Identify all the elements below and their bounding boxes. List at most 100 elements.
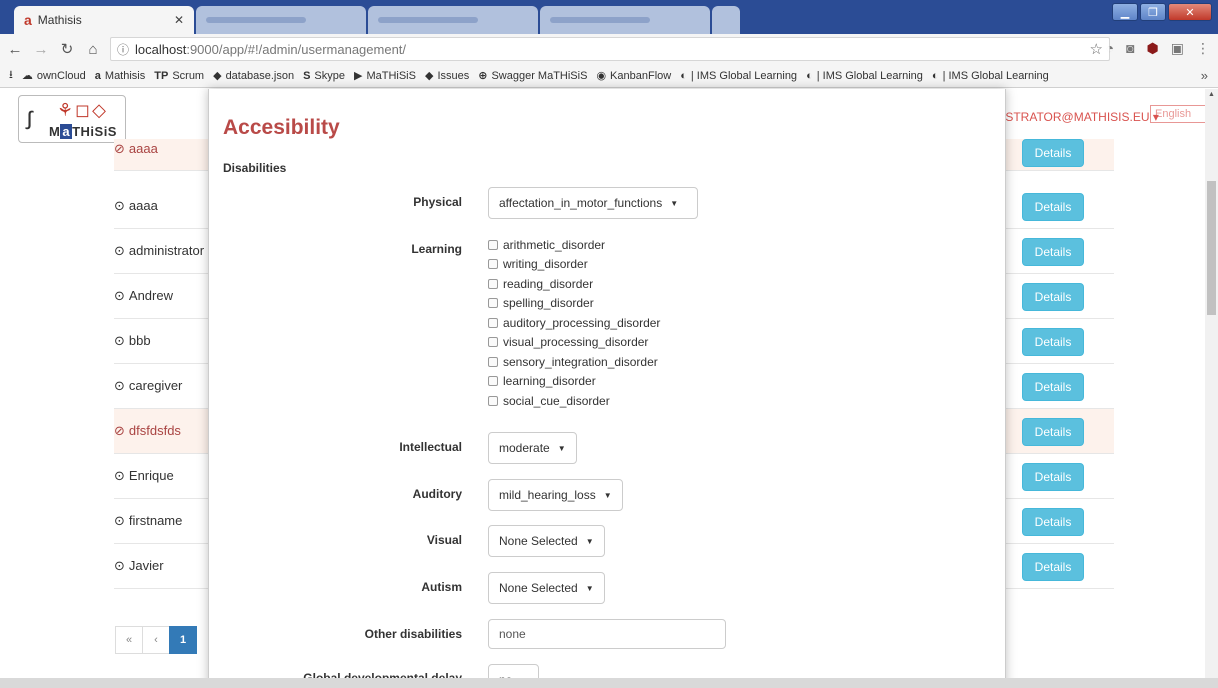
bookmark-label: MaTHiSiS	[366, 69, 416, 82]
browser-tab-blurred[interactable]	[368, 6, 538, 34]
checkbox-icon[interactable]	[488, 317, 498, 328]
visual-select[interactable]: None Selected ▼	[488, 525, 605, 557]
other-disabilities-label: Other disabilities	[364, 627, 462, 641]
intellectual-select[interactable]: moderate ▼	[488, 432, 577, 464]
checkbox-icon[interactable]	[488, 298, 498, 309]
page-1-button[interactable]: 1	[169, 626, 197, 654]
bookmark-item[interactable]: TP Scrum	[154, 70, 204, 82]
details-button[interactable]: Details	[1022, 508, 1084, 536]
bookmark-star-icon[interactable]: ☆	[1090, 40, 1103, 58]
bookmark-icon: S	[303, 69, 311, 82]
menu-icon[interactable]: ⋮	[1196, 40, 1210, 57]
details-button[interactable]: Details	[1022, 238, 1084, 266]
bookmark-label: Swagger MaTHiSiS	[491, 69, 588, 82]
prev-page-button[interactable]: ‹	[142, 626, 170, 654]
autism-select[interactable]: None Selected ▼	[488, 572, 605, 604]
forward-icon[interactable]: →	[30, 41, 52, 58]
scroll-up-icon[interactable]: ▲	[1208, 91, 1215, 98]
scrollbar-thumb[interactable]	[1207, 181, 1216, 315]
active-status-icon: ⊙	[114, 243, 125, 258]
maximize-icon[interactable]: ❐	[1140, 3, 1166, 21]
apps-icon[interactable]: ⭳	[9, 66, 13, 85]
browser-toolbar: ← → ↻ ⌂ ⓘ localhost :9000/app/#!/admin/u…	[0, 34, 1218, 64]
bookmark-item[interactable]: ◐ | IMS Global Learning	[932, 70, 1049, 82]
bookmark-label: Scrum	[172, 69, 205, 82]
learning-checkbox[interactable]: visual_processing_disorder	[488, 333, 660, 353]
user-menu[interactable]: ISTRATOR@MATHISIS.EU ▾	[1002, 110, 1159, 124]
caret-down-icon: ▼	[585, 583, 594, 593]
bookmarks-overflow-icon[interactable]: »	[1201, 68, 1208, 83]
horizontal-scrollbar[interactable]	[0, 678, 1218, 688]
close-window-icon[interactable]: ✕	[1168, 3, 1212, 21]
active-status-icon: ⊙	[114, 378, 125, 393]
learning-checkbox[interactable]: learning_disorder	[488, 372, 660, 392]
home-icon[interactable]: ⌂	[82, 41, 104, 58]
learning-checkbox[interactable]: sensory_integration_disorder	[488, 352, 660, 372]
active-status-icon: ⊙	[114, 198, 125, 213]
bookmark-icon: ◐	[806, 69, 813, 82]
bookmark-item[interactable]: a Mathisis	[95, 70, 145, 82]
address-bar[interactable]: ⓘ localhost :9000/app/#!/admin/usermanag…	[110, 37, 1110, 61]
checkbox-icon[interactable]	[488, 356, 498, 367]
auditory-label: Auditory	[412, 487, 462, 501]
bookmark-item[interactable]: ◐ | IMS Global Learning	[680, 70, 797, 82]
bookmark-item[interactable]: ◐ | IMS Global Learning	[806, 70, 923, 82]
learning-checkbox[interactable]: social_cue_disorder	[488, 391, 660, 411]
browser-tab-active[interactable]: a Mathisis ✕	[14, 6, 194, 34]
bookmark-item[interactable]: ▶ MaTHiSiS	[354, 69, 416, 83]
extension-icon[interactable]: ▣	[1171, 40, 1184, 57]
physical-select[interactable]: affectation_in_motor_functions ▼	[488, 187, 698, 219]
learning-checkbox[interactable]: auditory_processing_disorder	[488, 313, 660, 333]
bookmark-item[interactable]: ☁ ownCloud	[22, 69, 86, 83]
details-button[interactable]: Details	[1022, 283, 1084, 311]
section-disabilities: Disabilities	[223, 161, 287, 175]
user-name: ⊙ firstname	[114, 513, 182, 529]
info-icon[interactable]: ⓘ	[117, 41, 129, 58]
details-button[interactable]: Details	[1022, 463, 1084, 491]
camera-icon[interactable]: ◙	[1126, 40, 1134, 57]
details-button[interactable]: Details	[1022, 373, 1084, 401]
details-button[interactable]: Details	[1022, 139, 1084, 167]
browser-tab-blurred[interactable]	[196, 6, 366, 34]
details-button[interactable]: Details	[1022, 193, 1084, 221]
learning-checkbox[interactable]: writing_disorder	[488, 255, 660, 275]
back-icon[interactable]: ←	[4, 41, 26, 58]
checkbox-icon[interactable]	[488, 395, 498, 406]
close-tab-icon[interactable]: ✕	[174, 13, 184, 27]
browser-tab-blurred[interactable]	[540, 6, 710, 34]
user-name: ⊙ aaaa	[114, 198, 158, 214]
caret-down-icon: ▼	[670, 198, 679, 208]
bookmark-icon: ◆	[424, 70, 434, 82]
checkbox-icon[interactable]	[488, 376, 498, 387]
details-button[interactable]: Details	[1022, 418, 1084, 446]
learning-checkbox[interactable]: arithmetic_disorder	[488, 235, 660, 255]
tab-title: Mathisis	[37, 13, 82, 27]
ublock-icon[interactable]: ⬢	[1147, 40, 1159, 57]
mathisis-logo[interactable]: ꭍ ⚘◻◇ Ma THiSiS	[18, 95, 126, 143]
bookmark-item[interactable]: ◆ Issues	[424, 69, 469, 83]
checkbox-icon[interactable]	[488, 278, 498, 289]
extension-icon[interactable]: ◔	[1106, 40, 1114, 57]
checkbox-icon[interactable]	[488, 337, 498, 348]
checkbox-icon[interactable]	[488, 259, 498, 270]
first-page-button[interactable]: «	[115, 626, 143, 654]
details-button[interactable]: Details	[1022, 553, 1084, 581]
bookmark-item[interactable]: ⊕ Swagger MaTHiSiS	[478, 69, 588, 83]
learning-checkbox[interactable]: reading_disorder	[488, 274, 660, 294]
user-name-text: firstname	[128, 513, 183, 528]
page-scrollbar[interactable]: ▲ ▼	[1205, 89, 1218, 688]
bookmark-item[interactable]: ◆ database.json	[213, 69, 294, 83]
other-disabilities-input[interactable]: none	[488, 619, 726, 649]
minimize-icon[interactable]: ▁	[1112, 3, 1138, 21]
language-select[interactable]: English	[1150, 105, 1206, 123]
reload-icon[interactable]: ↻	[56, 40, 78, 58]
bookmark-item[interactable]: S Skype	[303, 70, 345, 82]
new-tab-button[interactable]	[712, 6, 740, 34]
details-button[interactable]: Details	[1022, 328, 1084, 356]
auditory-select[interactable]: mild_hearing_loss ▼	[488, 479, 623, 511]
bookmark-item[interactable]: ◉ KanbanFlow	[596, 69, 671, 83]
disabled-status-icon: ⊘	[114, 423, 125, 438]
learning-option-label: spelling_disorder	[503, 296, 594, 311]
checkbox-icon[interactable]	[488, 239, 498, 250]
learning-checkbox[interactable]: spelling_disorder	[488, 294, 660, 314]
